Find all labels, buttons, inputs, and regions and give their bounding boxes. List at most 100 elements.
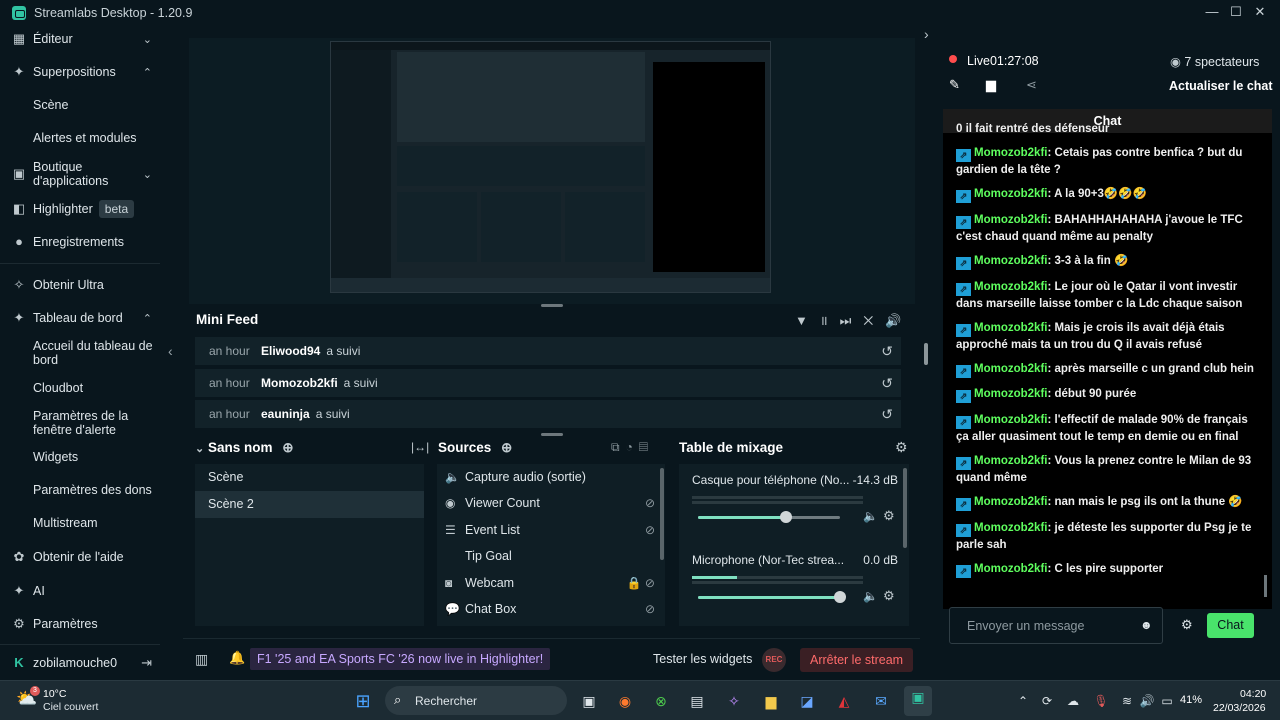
lock-and-hidden-icons[interactable]: 🔒 ⊘ xyxy=(627,576,655,590)
volume-slider[interactable] xyxy=(698,591,846,603)
taskbar-search[interactable]: ⌕ Rechercher xyxy=(385,686,567,715)
add-folder-icon[interactable]: ▤ xyxy=(639,440,654,454)
task-view-icon[interactable]: ▣ xyxy=(578,690,600,712)
expand-chat-icon[interactable]: › xyxy=(924,26,929,42)
scene-item[interactable]: Scène xyxy=(195,464,424,491)
edit-stream-icon[interactable]: ✎ xyxy=(949,77,960,93)
chat-input[interactable]: Envoyer un message ☻ xyxy=(949,607,1163,644)
highlighter-promo-banner[interactable]: F1 '25 and EA Sports FC '26 now live in … xyxy=(250,648,551,670)
chat-username[interactable]: Momozob2kfi xyxy=(974,214,1047,226)
sync-icon[interactable]: ⟳ xyxy=(1036,690,1058,712)
sidebar-item-ai[interactable]: ✦ AI xyxy=(0,583,160,599)
wifi-icon[interactable]: ≋ xyxy=(1116,690,1138,712)
replay-icon[interactable]: ↺ xyxy=(881,343,893,360)
sidebar-item-alerts[interactable]: Alertes et modules xyxy=(33,131,153,145)
onedrive-icon[interactable]: ☁ xyxy=(1062,690,1084,712)
mail-icon[interactable]: ✉ xyxy=(870,690,892,712)
source-selector-icon[interactable]: ⧉ xyxy=(611,440,626,454)
collapse-sidebar-icon[interactable]: ‹ xyxy=(168,343,173,359)
chat-username[interactable]: Momozob2kfi xyxy=(974,322,1047,334)
volume-icon[interactable]: 🔊 xyxy=(885,313,913,328)
sidebar-item-donation-settings[interactable]: Paramètres des dons xyxy=(33,483,153,497)
mute-icon[interactable]: 🔈 xyxy=(863,589,878,603)
sidebar-item-ultra[interactable]: ✧ Obtenir Ultra xyxy=(0,277,160,293)
close-button[interactable]: ✕ xyxy=(1252,4,1268,20)
chat-username[interactable]: Momozob2kfi xyxy=(974,414,1047,426)
test-widgets-button[interactable]: Tester les widgets xyxy=(653,652,752,666)
chevron-down-icon[interactable]: ⌄ xyxy=(195,443,204,455)
chat-settings-icon[interactable]: ⚙ xyxy=(1181,617,1193,633)
mute-icon[interactable]: 🔈 xyxy=(863,509,878,523)
hidden-eye-icon[interactable]: ⊘ xyxy=(645,523,655,537)
scene-transitions-icon[interactable]: |↔| xyxy=(411,440,429,454)
source-item[interactable]: 💬 Chat Box ⊘ xyxy=(445,596,655,622)
chat-username[interactable]: Momozob2kfi xyxy=(974,455,1047,467)
chat-username[interactable]: Momozob2kfi xyxy=(974,147,1047,159)
source-item[interactable]: ◉ Viewer Count ⊘ xyxy=(445,490,655,516)
add-scene-icon[interactable]: ⊕ xyxy=(282,440,293,455)
replay-icon[interactable]: ↺ xyxy=(881,375,893,392)
filter-icon[interactable]: ▼ xyxy=(795,313,820,328)
chat-username[interactable]: Momozob2kfi xyxy=(974,255,1047,267)
editor-app-icon[interactable]: ◪ xyxy=(796,690,818,712)
user-account[interactable]: K zobilamouche0 ⇥ xyxy=(0,655,160,671)
emoji-icon[interactable]: ☻ xyxy=(1140,618,1153,632)
sidebar-item-app-store[interactable]: ▣ Boutique d'applications ⌄ xyxy=(0,159,160,189)
chat-username[interactable]: Momozob2kfi xyxy=(974,363,1047,375)
sidebar-item-multistream[interactable]: Multistream xyxy=(33,516,153,530)
windows-start-icon[interactable]: ⊞ xyxy=(352,690,374,712)
mcafee-icon[interactable]: ◭ xyxy=(833,690,855,712)
logout-icon[interactable]: ⇥ xyxy=(141,655,152,671)
sidebar-item-dashboard[interactable]: ✦ Tableau de bord ⌃ xyxy=(0,310,160,326)
volume-slider[interactable] xyxy=(698,511,840,523)
stop-stream-button[interactable]: Arrêter le stream xyxy=(800,648,914,672)
source-item[interactable]: ☰ Event List ⊘ xyxy=(445,517,655,543)
scrollbar[interactable] xyxy=(924,343,928,365)
file-explorer-icon[interactable]: ▆ xyxy=(760,690,782,712)
pause-icon[interactable]: ॥ xyxy=(820,313,840,328)
store-icon[interactable]: ▤ xyxy=(686,690,708,712)
show-hidden-icons[interactable]: ⌃ xyxy=(1012,690,1034,712)
sidebar-item-editor[interactable]: ▦ Éditeur ⌄ xyxy=(0,31,160,47)
source-item[interactable]: Tip Goal xyxy=(445,543,655,569)
slider-knob[interactable] xyxy=(834,591,846,603)
sidebar-item-highlighter[interactable]: ◧ Highlighter beta xyxy=(0,200,160,218)
sidebar-item-cloudbot[interactable]: Cloudbot xyxy=(33,381,153,395)
volume-icon[interactable]: 🔊 xyxy=(1136,690,1158,712)
sidebar-item-scene[interactable]: Scène xyxy=(33,98,153,112)
microphone-icon[interactable]: 🎙 xyxy=(1090,690,1112,712)
minimize-button[interactable]: — xyxy=(1204,4,1220,20)
sidebar-item-dashboard-home[interactable]: Accueil du tableau de bord xyxy=(33,339,153,367)
clock-time[interactable]: 04:20 xyxy=(1240,688,1266,700)
slider-knob[interactable] xyxy=(780,511,793,523)
chat-username[interactable]: Momozob2kfi xyxy=(974,496,1047,508)
scrollbar[interactable] xyxy=(1264,575,1267,597)
chat-username[interactable]: Momozob2kfi xyxy=(974,388,1047,400)
scrollbar[interactable] xyxy=(903,468,907,548)
battery-icon[interactable]: ▭ xyxy=(1156,690,1178,712)
sidebar-item-alert-box-settings[interactable]: Paramètres de la fenêtre d'alerte xyxy=(33,409,153,437)
mute-alerts-icon[interactable]: ✕ xyxy=(863,313,885,328)
hidden-eye-icon[interactable]: ⊘ xyxy=(645,602,655,616)
record-button[interactable]: REC xyxy=(762,648,786,672)
send-chat-button[interactable]: Chat xyxy=(1207,613,1254,638)
resize-handle[interactable] xyxy=(541,433,563,436)
refresh-chat-button[interactable]: Actualiser le chat xyxy=(1169,79,1273,93)
firefox-icon[interactable]: ◉ xyxy=(614,690,636,712)
stream-preview[interactable] xyxy=(189,38,915,304)
sidebar-item-overlays[interactable]: ✦ Superpositions ⌃ xyxy=(0,64,160,80)
channel-settings-icon[interactable]: ⚙ xyxy=(883,588,895,604)
stats-icon[interactable]: ▥ xyxy=(195,651,208,668)
mixer-settings-icon[interactable]: ⚙ xyxy=(895,439,908,456)
replay-icon[interactable]: ↺ xyxy=(881,406,893,423)
sidebar-item-settings[interactable]: ⚙ Paramètres xyxy=(0,616,160,632)
copilot-icon[interactable]: ✧ xyxy=(723,690,745,712)
chat-username[interactable]: Momozob2kfi xyxy=(974,188,1047,200)
notification-bell-icon[interactable]: 🔔 xyxy=(229,650,245,666)
chat-username[interactable]: Momozob2kfi xyxy=(974,522,1047,534)
sidebar-item-recordings[interactable]: ● Enregistrements xyxy=(0,234,160,250)
source-visibility-icon[interactable]: ◔ xyxy=(626,440,639,454)
chat-username[interactable]: Momozob2kfi xyxy=(974,563,1047,575)
streamlabs-taskbar-icon[interactable]: ▣ xyxy=(904,686,932,716)
hidden-eye-icon[interactable]: ⊘ xyxy=(645,496,655,510)
